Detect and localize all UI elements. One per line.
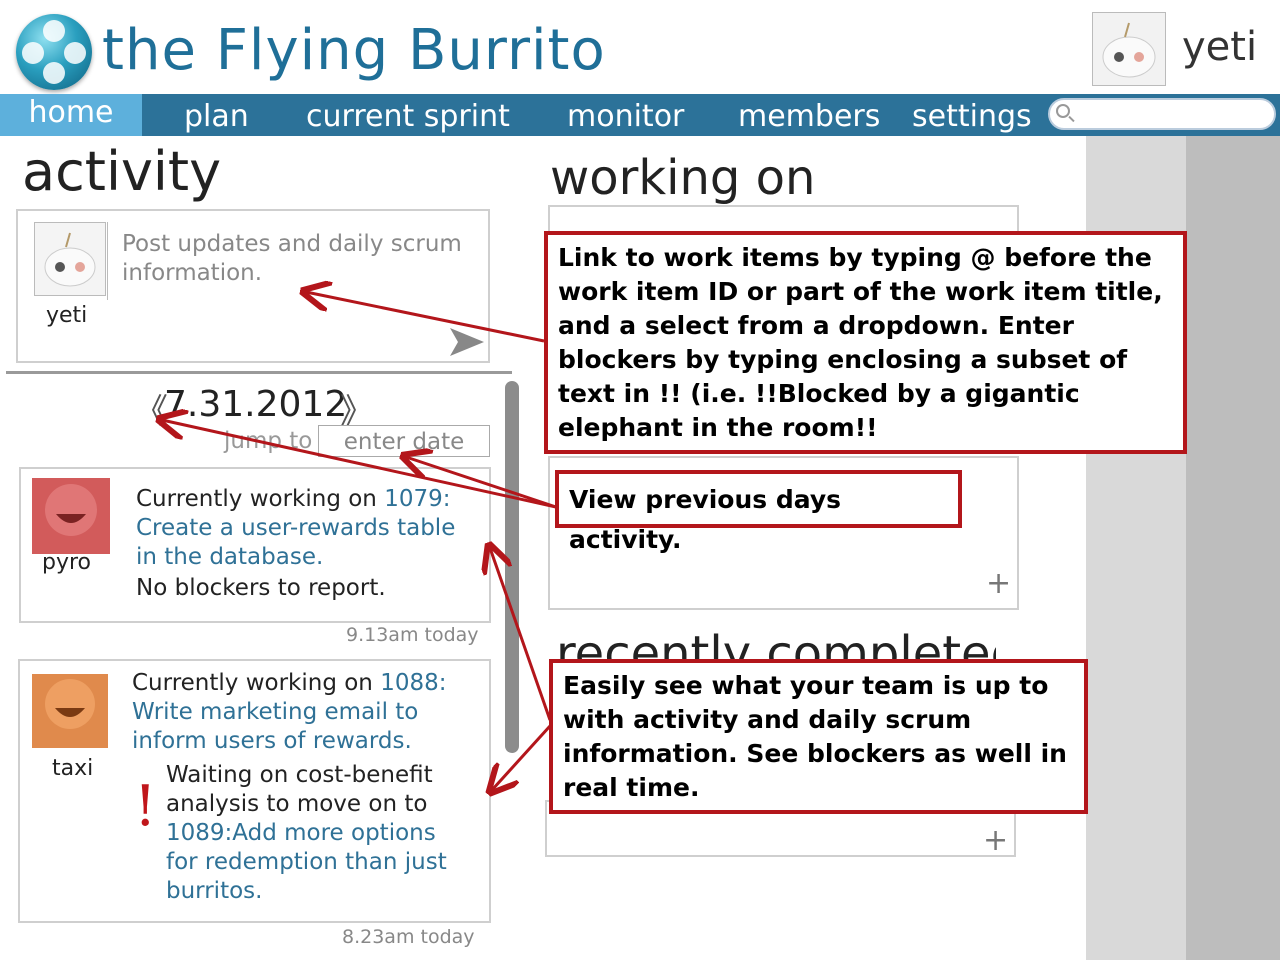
- arrow-to-entry-2: [492, 724, 552, 790]
- callout-link-items: Link to work items by typing @ before th…: [544, 231, 1187, 454]
- arrow-to-entry-1: [490, 548, 552, 721]
- callout-previous-days: View previous days activity.: [555, 470, 962, 554]
- arrow-to-post-box: [306, 292, 545, 343]
- callout-team-activity: Easily see what your team is up to with …: [549, 659, 1088, 814]
- arrow-to-prev-day: [162, 420, 557, 509]
- arrow-to-date-input: [406, 457, 557, 509]
